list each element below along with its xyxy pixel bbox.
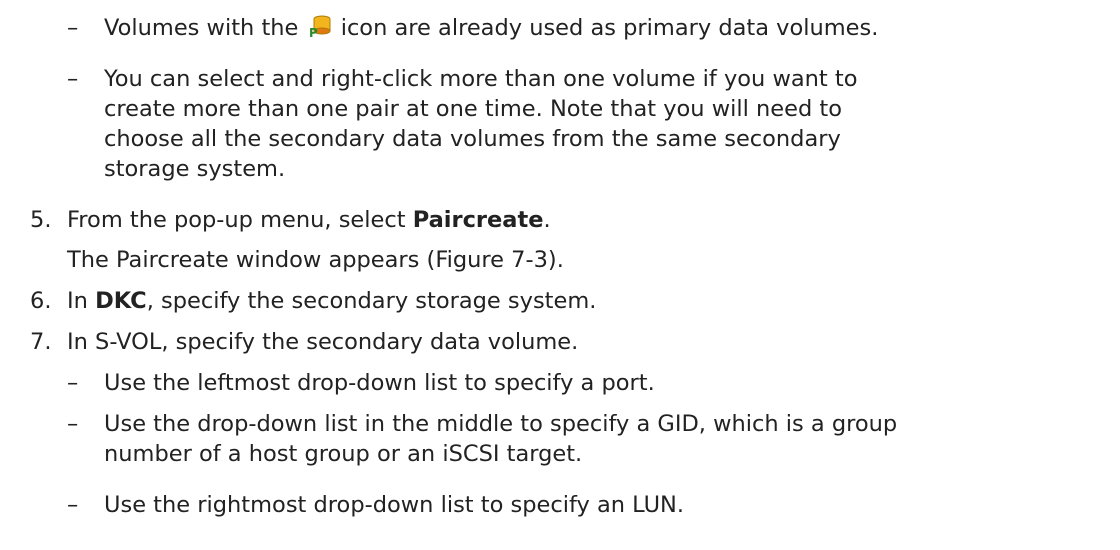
bullet-line: create more than one pair at one time. N… xyxy=(104,96,842,122)
step-number: 7. xyxy=(30,329,52,355)
bullet-dash: – xyxy=(67,66,79,92)
bullet-line: choose all the secondary data volumes fr… xyxy=(104,126,841,152)
bullet-dash: – xyxy=(67,15,79,41)
text-fragment: In xyxy=(67,288,96,314)
step-text: In S-VOL, specify the secondary data vol… xyxy=(67,329,579,355)
svg-text:P: P xyxy=(309,26,318,38)
bullet-dash: – xyxy=(67,370,79,396)
bullet-line: You can select and right-click more than… xyxy=(104,66,858,92)
primary-volume-icon: P xyxy=(308,14,332,46)
step-number: 5. xyxy=(30,207,52,233)
step-text: In DKC, specify the secondary storage sy… xyxy=(67,286,596,316)
bullet-line: Use the leftmost drop-down list to speci… xyxy=(104,370,655,396)
text-fragment: From the pop-up menu, select xyxy=(67,207,413,233)
ui-term-dkc: DKC xyxy=(95,288,147,314)
step-result-text: The Paircreate window appears (Figure 7-… xyxy=(67,247,564,273)
ui-term-paircreate: Paircreate xyxy=(412,207,544,233)
step-text: From the pop-up menu, select Paircreate. xyxy=(67,205,551,235)
text-fragment: icon are already used as primary data vo… xyxy=(340,15,879,41)
text-fragment: Volumes with the xyxy=(104,15,299,41)
text-fragment: , specify the secondary storage system. xyxy=(146,288,597,314)
bullet-line: Use the rightmost drop-down list to spec… xyxy=(104,492,685,518)
text-fragment: . xyxy=(543,207,551,233)
bullet-text-primary-volumes: Volumes with the P icon are already used… xyxy=(104,13,878,46)
step-number: 6. xyxy=(30,288,52,314)
bullet-dash: – xyxy=(67,492,79,518)
bullet-line: Use the drop-down list in the middle to … xyxy=(104,411,898,437)
bullet-line: storage system. xyxy=(104,156,286,182)
bullet-line: number of a host group or an iSCSI targe… xyxy=(104,441,583,467)
bullet-dash: – xyxy=(67,411,79,437)
